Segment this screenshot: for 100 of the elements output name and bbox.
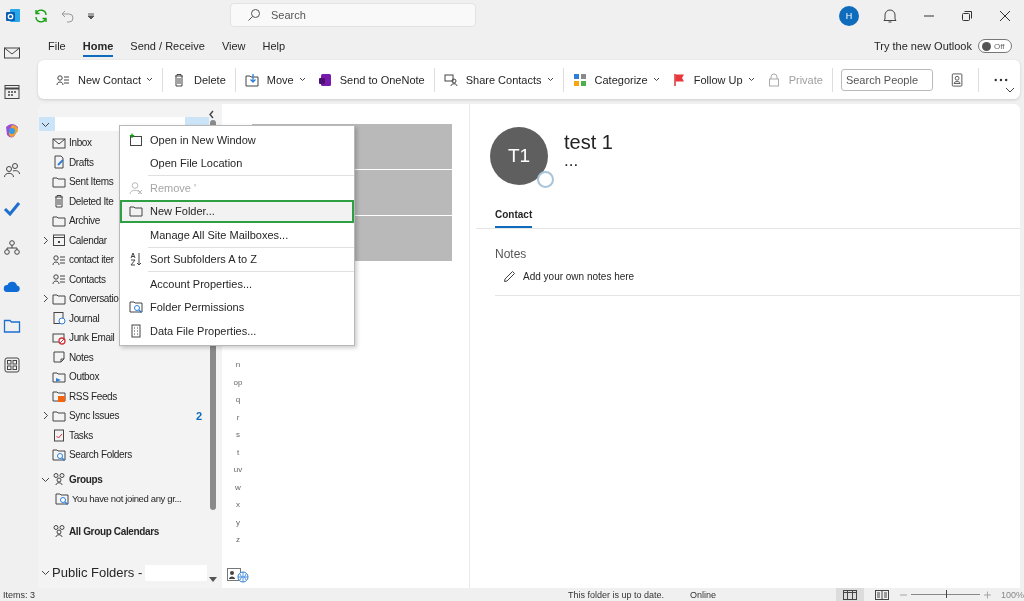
ribbon-button[interactable]: Categorize	[566, 68, 666, 91]
categorize-icon	[572, 72, 587, 87]
redacted-name	[145, 564, 208, 581]
contact-card-globe-icon[interactable]	[227, 567, 249, 583]
folder-item[interactable]: Inbox	[69, 137, 92, 149]
ribbon-tab[interactable]: File	[48, 35, 66, 57]
person-x-icon	[129, 180, 143, 195]
index-letter[interactable]: w	[235, 478, 241, 496]
people-icon[interactable]	[3, 161, 21, 179]
chevron-right-icon[interactable]	[41, 235, 50, 245]
folder-item[interactable]: Tasks	[69, 429, 93, 441]
address-book-icon[interactable]	[950, 71, 964, 88]
ribbon-button[interactable]: Move	[238, 68, 312, 91]
new-outlook-toggle[interactable]: Off	[978, 39, 1012, 53]
folder-item[interactable]: Search Folders	[69, 449, 132, 461]
folder-item[interactable]: Sent Items	[69, 176, 114, 188]
sync-icon[interactable]	[33, 8, 49, 24]
index-letter[interactable]: s	[236, 426, 240, 444]
menu-item[interactable]: Sort Subfolders A to Z	[120, 247, 354, 271]
folder-item[interactable]: Sync Issues	[69, 410, 120, 422]
public-folders-heading[interactable]: Public Folders -	[52, 565, 143, 581]
ribbon-button[interactable]: New Contact	[50, 68, 159, 91]
all-group-calendars[interactable]: All Group Calendars	[69, 525, 160, 537]
mail-icon[interactable]	[3, 44, 21, 62]
restore-icon[interactable]	[961, 10, 973, 22]
folder-item[interactable]: Drafts	[69, 156, 94, 168]
folder-icon	[52, 174, 66, 189]
ribbon-tab[interactable]: Send / Receive	[130, 35, 205, 57]
org-chart-icon[interactable]	[3, 239, 21, 257]
pencil-icon	[503, 270, 516, 283]
index-letter[interactable]: uv	[233, 461, 243, 479]
index-letter[interactable]: q	[235, 391, 241, 409]
chevron-down-icon[interactable]	[1005, 86, 1015, 94]
folder-item[interactable]: Junk Email	[69, 332, 115, 344]
index-letter[interactable]: z	[236, 531, 240, 549]
person-list-icon	[52, 272, 66, 287]
ribbon-tab[interactable]: Home	[82, 35, 114, 57]
checkmark-icon[interactable]	[3, 200, 21, 218]
folder-icon	[129, 204, 143, 219]
more-options-icon[interactable]	[994, 77, 1008, 82]
ribbon-tab[interactable]: View	[221, 35, 246, 57]
groups-icon	[52, 524, 66, 539]
folder-item[interactable]: Conversatio	[69, 293, 119, 305]
chevron-right-icon[interactable]	[41, 411, 50, 421]
customize-toolbar-icon[interactable]	[87, 12, 95, 20]
contact-tab[interactable]: Contact	[495, 206, 533, 228]
ribbon-tab[interactable]: Help	[262, 35, 286, 57]
menu-item[interactable]: New Folder...	[120, 199, 354, 223]
menu-item[interactable]: Manage All Site Mailboxes...	[120, 223, 354, 247]
chevron-down-icon[interactable]	[41, 568, 50, 578]
folder-item[interactable]: Contacts	[69, 273, 106, 285]
index-letter[interactable]: t	[236, 443, 240, 461]
move-icon	[244, 72, 259, 87]
scroll-down-icon[interactable]	[208, 576, 218, 583]
folder-icon	[52, 291, 66, 306]
apps-icon[interactable]	[3, 356, 21, 374]
folder-item[interactable]: Archive	[69, 215, 100, 227]
outlook-logo-icon	[5, 8, 21, 24]
index-letter[interactable]: x	[236, 496, 240, 514]
folder-item[interactable]: Calendar	[69, 234, 107, 246]
search-people-field[interactable]: Search People	[840, 68, 933, 91]
account-avatar[interactable]: H	[839, 6, 859, 26]
folder-icon[interactable]	[3, 317, 21, 335]
ribbon-button[interactable]: Share Contacts	[437, 68, 560, 91]
trash-icon	[52, 194, 66, 209]
trash-icon	[172, 72, 186, 87]
index-letter[interactable]: op	[233, 373, 243, 391]
normal-view-button[interactable]	[836, 588, 865, 601]
menu-item[interactable]: Data File Properties...	[120, 319, 354, 343]
index-letter[interactable]: r	[236, 408, 240, 426]
menu-item[interactable]: Open in New Window	[120, 128, 354, 152]
folder-item[interactable]: RSS Feeds	[69, 390, 117, 402]
groups-heading[interactable]: Groups	[69, 473, 103, 485]
mail-icon	[52, 135, 66, 150]
notification-bell-icon[interactable]	[883, 8, 897, 24]
menu-item[interactable]: Folder Permissions	[120, 295, 354, 319]
menu-item[interactable]: Open File Location	[120, 151, 354, 175]
ribbon-button[interactable]: Send to OneNote	[311, 68, 431, 91]
folder-item[interactable]: Journal	[69, 312, 100, 324]
note-icon	[52, 350, 66, 365]
ribbon-button[interactable]: Delete	[166, 68, 232, 91]
folder-item[interactable]: Deleted Ite	[69, 195, 114, 207]
search-field[interactable]: Search	[230, 3, 476, 27]
menu-item[interactable]: Account Properties...	[120, 272, 354, 296]
zoom-level: 100%	[1000, 589, 1024, 600]
folder-item[interactable]: contact iter	[69, 254, 114, 266]
ribbon-button[interactable]: Follow Up	[665, 68, 761, 91]
index-letter[interactable]: n	[235, 356, 241, 374]
chevron-right-icon[interactable]	[41, 294, 50, 304]
close-icon[interactable]	[999, 10, 1011, 22]
folder-item[interactable]: You have not joined any gr...	[72, 493, 182, 505]
search-input[interactable]: Search	[269, 4, 453, 26]
rss-icon	[52, 389, 66, 404]
folder-item[interactable]: Notes	[69, 351, 94, 363]
index-letter[interactable]: y	[236, 513, 240, 531]
calendar-icon[interactable]	[3, 83, 21, 101]
chevron-left-icon[interactable]	[208, 110, 215, 119]
folder-item[interactable]: Outbox	[69, 371, 100, 383]
lock-icon	[766, 72, 781, 87]
add-notes-button[interactable]: Add your own notes here	[495, 270, 1020, 283]
